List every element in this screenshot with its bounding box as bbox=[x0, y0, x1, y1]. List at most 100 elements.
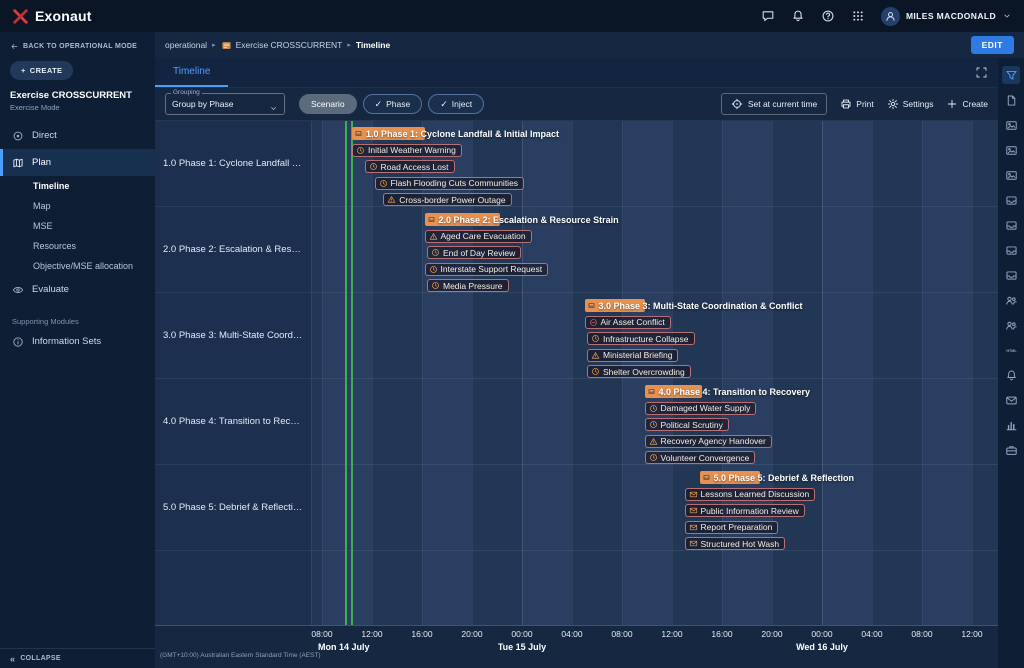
phase-bar[interactable]: 2.0 Phase 2: Escalation & Resource Strai… bbox=[425, 213, 500, 226]
inject-chip[interactable]: Infrastructure Collapse bbox=[587, 332, 695, 345]
inject-chip[interactable]: Political Scrutiny bbox=[645, 418, 729, 431]
inject-chip[interactable]: Public Information Review bbox=[685, 504, 805, 517]
inject-chip[interactable]: Initial Weather Warning bbox=[352, 144, 462, 157]
rail-html-icon[interactable]: HTML bbox=[1002, 341, 1020, 359]
axis-tick-label: 12:00 bbox=[661, 629, 682, 639]
back-label: BACK TO OPERATIONAL MODE bbox=[23, 43, 137, 50]
phase-bar[interactable]: 1.0 Phase 1: Cyclone Landfall & Initial … bbox=[352, 127, 425, 140]
rail-card-icon[interactable] bbox=[1002, 166, 1020, 184]
inject-chip[interactable]: Media Pressure bbox=[427, 279, 509, 292]
sidebar-item-objective-mse-allocation[interactable]: Objective/MSE allocation bbox=[0, 256, 155, 276]
rail-tray-icon[interactable] bbox=[1002, 191, 1020, 209]
inject-chip[interactable]: Interstate Support Request bbox=[425, 263, 549, 276]
sidebar-item-plan[interactable]: Plan bbox=[0, 149, 155, 176]
phase-bar[interactable]: 4.0 Phase 4: Transition to Recovery bbox=[645, 385, 703, 398]
gear-icon bbox=[887, 98, 899, 110]
supporting-modules-label: Supporting Modules bbox=[0, 303, 155, 328]
back-to-operational-mode-link[interactable]: BACK TO OPERATIONAL MODE bbox=[0, 32, 155, 51]
collapse-button[interactable]: « COLLAPSE bbox=[0, 648, 155, 668]
gantt-plot[interactable]: 1.0 Phase 1: Cyclone Landfall & Initial … bbox=[312, 121, 998, 625]
inject-chip[interactable]: Aged Care Evacuation bbox=[425, 230, 532, 243]
breadcrumb-exercise[interactable]: Exercise CROSSCURRENT bbox=[221, 40, 343, 51]
print-button[interactable]: Print bbox=[840, 98, 873, 110]
grouping-value: Group by Phase bbox=[172, 99, 233, 109]
filter-chip-inject[interactable]: ✓Inject bbox=[428, 94, 484, 114]
sidebar-item-resources[interactable]: Resources bbox=[0, 236, 155, 256]
phase-bar[interactable]: 3.0 Phase 3: Multi-State Coordination & … bbox=[585, 299, 645, 312]
rail-tray-icon[interactable] bbox=[1002, 266, 1020, 284]
rail-briefcase-icon[interactable] bbox=[1002, 441, 1020, 459]
sidebar-item-map[interactable]: Map bbox=[0, 196, 155, 216]
create-label: CREATE bbox=[30, 66, 63, 75]
inject-chip[interactable]: Ministerial Briefing bbox=[587, 349, 678, 362]
rail-filter-icon[interactable] bbox=[1002, 66, 1020, 84]
inject-chip[interactable]: Recovery Agency Handover bbox=[645, 435, 772, 448]
app-window: Exonaut MILES MACDONALD BACK TO OPERATIO… bbox=[0, 0, 1024, 668]
inject-chip[interactable]: Cross-border Power Outage bbox=[383, 193, 511, 206]
breadcrumb-operational[interactable]: operational bbox=[165, 40, 207, 50]
inject-chip[interactable]: Air Asset Conflict bbox=[585, 316, 671, 329]
breadcrumb-separator: ▸ bbox=[212, 41, 216, 49]
rail-mail-icon[interactable] bbox=[1002, 391, 1020, 409]
rail-tray-icon[interactable] bbox=[1002, 216, 1020, 234]
map-icon bbox=[12, 157, 24, 169]
settings-button[interactable]: Settings bbox=[887, 98, 934, 110]
fullscreen-icon[interactable] bbox=[975, 66, 988, 79]
inject-chip[interactable]: Report Preparation bbox=[685, 521, 779, 534]
inject-chip[interactable]: Damaged Water Supply bbox=[645, 402, 757, 415]
gantt-row-label: 4.0 Phase 4: Transition to Recovery bbox=[155, 379, 311, 465]
create-inject-button[interactable]: Create bbox=[946, 98, 988, 110]
rail-card-icon[interactable] bbox=[1002, 116, 1020, 134]
topbar-icon-group bbox=[761, 9, 865, 23]
inject-chip[interactable]: Lessons Learned Discussion bbox=[685, 488, 816, 501]
warning-icon bbox=[387, 195, 396, 204]
sidebar-item-evaluate[interactable]: Evaluate bbox=[0, 276, 155, 303]
rail-users-icon[interactable] bbox=[1002, 291, 1020, 309]
sidebar-item-timeline[interactable]: Timeline bbox=[0, 176, 155, 196]
right-icon-rail: HTML bbox=[998, 58, 1024, 668]
exonaut-logo-icon bbox=[12, 8, 29, 25]
chat-icon[interactable] bbox=[761, 9, 775, 23]
clock-icon bbox=[429, 265, 438, 274]
filter-chip-phase[interactable]: ✓Phase bbox=[363, 94, 423, 114]
grouping-select[interactable]: Grouping Group by Phase bbox=[165, 93, 285, 115]
clock-icon bbox=[649, 404, 658, 413]
filter-chip-scenario[interactable]: Scenario bbox=[299, 94, 357, 114]
edit-button[interactable]: EDIT bbox=[971, 36, 1014, 54]
help-icon[interactable] bbox=[821, 9, 835, 23]
axis-tick-label: 12:00 bbox=[961, 629, 982, 639]
rail-tray-icon[interactable] bbox=[1002, 241, 1020, 259]
sidebar-create-button[interactable]: + CREATE bbox=[10, 61, 73, 80]
rail-chart-icon[interactable] bbox=[1002, 416, 1020, 434]
axis-tick-label: 00:00 bbox=[811, 629, 832, 639]
sidebar-item-direct[interactable]: Direct bbox=[0, 122, 155, 149]
chevron-down-icon bbox=[1002, 11, 1012, 21]
eye-icon bbox=[12, 284, 24, 296]
svg-text:HTML: HTML bbox=[1006, 349, 1017, 353]
rail-card-icon[interactable] bbox=[1002, 141, 1020, 159]
gantt-row-label: 2.0 Phase 2: Escalation & Resource Strai… bbox=[155, 207, 311, 293]
rail-users-icon[interactable] bbox=[1002, 316, 1020, 334]
rail-bell-icon[interactable] bbox=[1002, 366, 1020, 384]
phase-bar[interactable]: 5.0 Phase 5: Debrief & Reflection bbox=[700, 471, 760, 484]
inject-chip[interactable]: Road Access Lost bbox=[365, 160, 455, 173]
time-axis: (GMT+10:00) Australian Eastern Standard … bbox=[155, 625, 998, 668]
exercise-folder-icon bbox=[221, 40, 232, 51]
mail-icon bbox=[689, 490, 698, 499]
exonaut-logo[interactable]: Exonaut bbox=[12, 8, 92, 25]
set-at-current-time-button[interactable]: Set at current time bbox=[721, 93, 827, 115]
sidebar-item-information-sets[interactable]: Information Sets bbox=[0, 328, 155, 355]
sidebar-item-mse[interactable]: MSE bbox=[0, 216, 155, 236]
inject-chip[interactable]: Shelter Overcrowding bbox=[587, 365, 691, 378]
inject-chip[interactable]: Volunteer Convergence bbox=[645, 451, 756, 464]
clock-icon bbox=[649, 420, 658, 429]
inject-chip[interactable]: Flash Flooding Cuts Communities bbox=[375, 177, 525, 190]
apps-icon[interactable] bbox=[851, 9, 865, 23]
rail-file-icon[interactable] bbox=[1002, 91, 1020, 109]
user-menu[interactable]: MILES MACDONALD bbox=[881, 7, 1012, 26]
topbar-actions: MILES MACDONALD bbox=[761, 7, 1012, 26]
bell-icon[interactable] bbox=[791, 9, 805, 23]
inject-chip[interactable]: End of Day Review bbox=[427, 246, 521, 259]
tab-timeline[interactable]: Timeline bbox=[155, 58, 228, 87]
inject-chip[interactable]: Structured Hot Wash bbox=[685, 537, 786, 550]
